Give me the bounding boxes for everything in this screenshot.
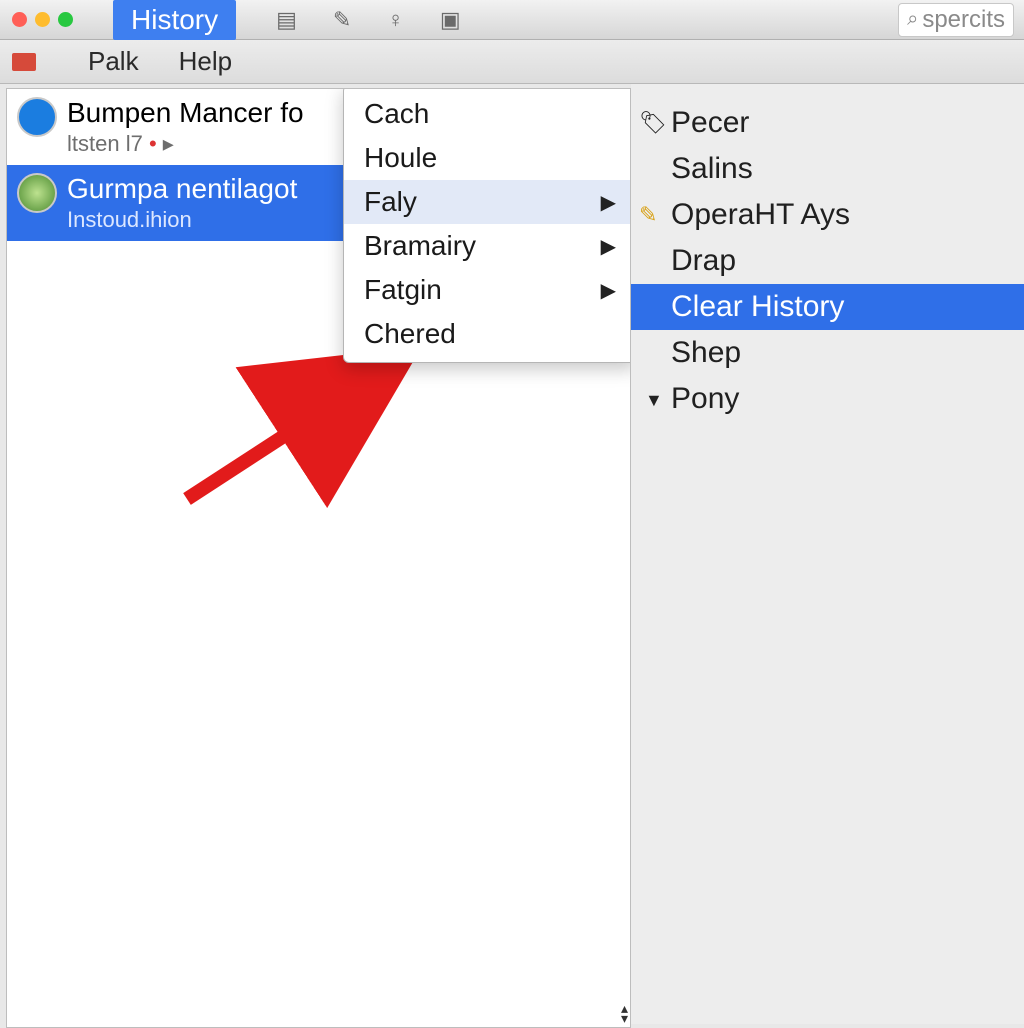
window-controls <box>12 12 73 27</box>
sidebar-item-shep[interactable]: Shep <box>631 330 1024 376</box>
title-bar: History ▤ ✎ ♀ ▣ ⌕ spercits <box>0 0 1024 40</box>
toolbar-icons: ▤ ✎ ♀ ▣ <box>276 7 461 33</box>
chevron-right-icon: ▶ <box>601 190 616 215</box>
sidebar-item-pecer[interactable]: 🏷Pecer <box>631 100 1024 146</box>
dropdown-item-houle[interactable]: Houle <box>344 136 631 180</box>
history-menu-button[interactable]: History <box>113 0 236 40</box>
menu-palk[interactable]: Palk <box>88 46 139 77</box>
menu-bar: Palk Help <box>0 40 1024 84</box>
device-icon[interactable]: ▣ <box>440 7 461 33</box>
safari-favicon-icon <box>17 97 57 137</box>
history-list-pane: Bumpen Mancer fo ltsten l7 • ▸ Gurmpa ne… <box>6 88 631 1028</box>
search-input[interactable]: ⌕ spercits <box>898 3 1014 37</box>
sidebar-item-clear-history[interactable]: Clear History <box>631 284 1024 330</box>
history-item-subtitle: Instoud.ihion <box>67 207 297 233</box>
tag-icon[interactable]: ✎ <box>333 7 351 33</box>
sidebar-pane: 🏷Pecer Salins ✎OperaHT Ays Drap Clear Hi… <box>631 84 1024 1024</box>
dropdown-item-bramairy[interactable]: Bramairy▶ <box>344 224 631 268</box>
person-icon[interactable]: ♀ <box>387 7 404 33</box>
menu-help[interactable]: Help <box>179 46 232 77</box>
site-favicon-icon <box>17 173 57 213</box>
search-text: spercits <box>922 6 1005 34</box>
dropdown-item-chered[interactable]: Chered <box>344 312 631 356</box>
chevron-right-icon: ▶ <box>601 278 616 303</box>
history-item-title: Bumpen Mancer fo <box>67 97 304 129</box>
sidebar-item-pony[interactable]: ▼Pony <box>631 376 1024 422</box>
minimize-window-icon[interactable] <box>35 12 50 27</box>
folder-icon[interactable] <box>12 53 36 71</box>
history-dropdown-menu: Cach Houle Faly▶ Bramairy▶ Fatgin▶ Chere… <box>343 88 631 363</box>
search-icon: ⌕ <box>907 8 918 31</box>
library-icon[interactable]: ▤ <box>276 7 297 33</box>
scrollbar-stub[interactable]: ▴▾ <box>621 1003 628 1023</box>
dropdown-item-faly[interactable]: Faly▶ <box>344 180 631 224</box>
disclosure-triangle-icon[interactable]: ▼ <box>645 390 663 411</box>
history-item-title: Gurmpa nentilagot <box>67 173 297 205</box>
dropdown-item-fatgin[interactable]: Fatgin▶ <box>344 268 631 312</box>
history-item-subtitle: ltsten l7 • ▸ <box>67 131 304 157</box>
zoom-window-icon[interactable] <box>58 12 73 27</box>
close-window-icon[interactable] <box>12 12 27 27</box>
sidebar-item-drap[interactable]: Drap <box>631 238 1024 284</box>
body: Bumpen Mancer fo ltsten l7 • ▸ Gurmpa ne… <box>0 84 1024 1024</box>
pencil-icon: ✎ <box>639 202 657 228</box>
annotation-arrow-icon <box>167 349 427 509</box>
dropdown-item-cach[interactable]: Cach <box>344 92 631 136</box>
sidebar-item-salins[interactable]: Salins <box>631 146 1024 192</box>
folder-icon: 🏷 <box>639 110 667 136</box>
chevron-right-icon: ▶ <box>601 234 616 259</box>
sidebar-item-operaht[interactable]: ✎OperaHT Ays <box>631 192 1024 238</box>
